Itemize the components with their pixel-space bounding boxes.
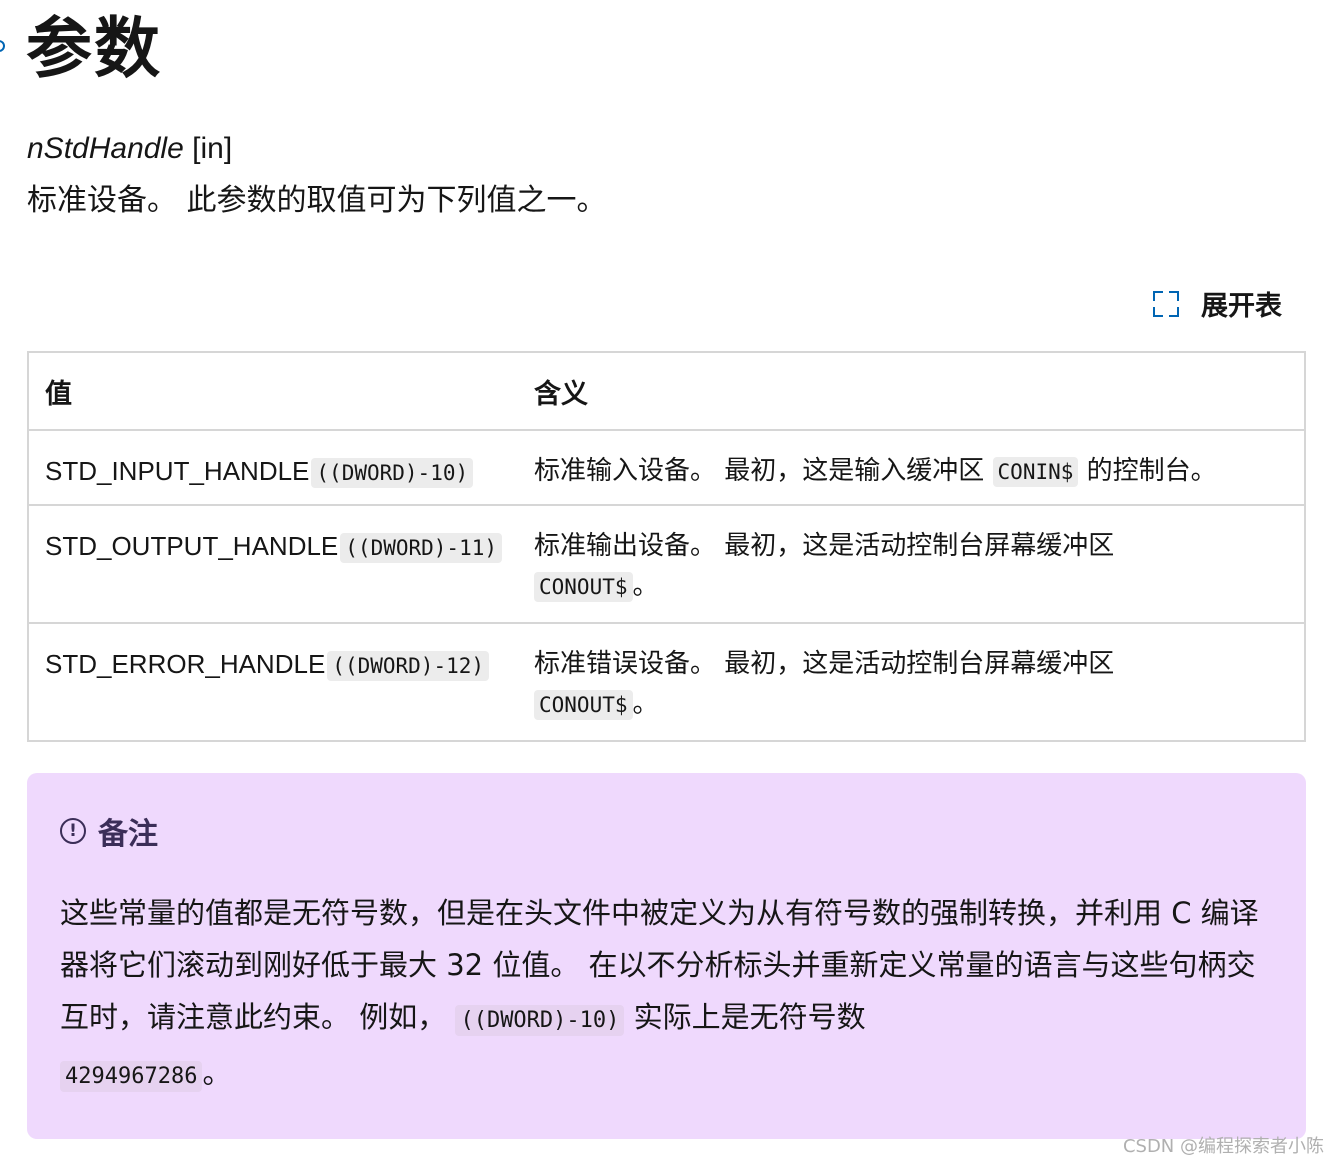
param-name: nStdHandle [27, 132, 184, 165]
section-anchor-icon[interactable] [0, 40, 5, 52]
note-title: 备注 [98, 817, 158, 852]
table-row: STD_INPUT_HANDLE ((DWORD)-10) 标准输入设备。 最初，… [28, 429, 1305, 505]
param-signature: nStdHandle [in] [27, 128, 232, 170]
table-row: STD_OUTPUT_HANDLE ((DWORD)-11) 标准输出设备。 最初… [28, 504, 1305, 623]
meaning-code: CONIN$ [992, 457, 1079, 487]
section-title: 参数 [26, 10, 162, 87]
constant-name: STD_INPUT_HANDLE [45, 456, 310, 486]
table-header-row: 值 含义 [28, 351, 1305, 430]
constant-code: ((DWORD)-10) [311, 458, 474, 488]
table-row: STD_ERROR_HANDLE ((DWORD)-12) 标准错误设备。 最初，… [28, 622, 1305, 741]
meaning-cell: 标准输出设备。 最初，这是活动控制台屏幕缓冲区 CONOUT$。 [518, 504, 1305, 623]
note-code-1: ((DWORD)-10) [455, 1005, 625, 1036]
note-body: 这些常量的值都是无符号数，但是在头文件中被定义为从有符号数的强制转换，并利用 C… [60, 887, 1260, 1103]
note-heading: ! 备注 [60, 809, 1273, 853]
info-circle-icon: ! [60, 818, 86, 844]
expand-table-button[interactable]: 展开表 [1153, 284, 1282, 323]
note-code-2: 4294967286 [60, 1061, 203, 1092]
expand-icon [1153, 290, 1179, 317]
note-text-3: 。 [202, 1056, 232, 1090]
value-cell: STD_ERROR_HANDLE ((DWORD)-12) [28, 622, 518, 741]
constant-code: ((DWORD)-12) [327, 651, 490, 681]
meaning-suffix: 的控制台。 [1086, 456, 1217, 486]
watermark: CSDN @编程探索者小陈 [1122, 1136, 1324, 1157]
meaning-code: CONOUT$ [534, 572, 633, 602]
header-value: 值 [28, 351, 518, 430]
note-callout: ! 备注 这些常量的值都是无符号数，但是在头文件中被定义为从有符号数的强制转换，… [27, 773, 1306, 1139]
meaning-cell: 标准输入设备。 最初，这是输入缓冲区 CONIN$ 的控制台。 [518, 429, 1305, 505]
note-text-2: 实际上是无符号数 [633, 1000, 866, 1034]
meaning-cell: 标准错误设备。 最初，这是活动控制台屏幕缓冲区 CONOUT$。 [518, 622, 1305, 741]
constant-code: ((DWORD)-11) [340, 533, 502, 563]
meaning-text: 标准输出设备。 最初，这是活动控制台屏幕缓冲区 [534, 531, 1115, 561]
constant-name: STD_ERROR_HANDLE [45, 649, 326, 679]
meaning-suffix: 。 [632, 689, 659, 719]
param-description: 标准设备。 此参数的取值可为下列值之一。 [27, 183, 607, 218]
meaning-text: 标准错误设备。 最初，这是活动控制台屏幕缓冲区 [534, 649, 1115, 679]
values-table: 值 含义 STD_INPUT_HANDLE ((DWORD)-10) 标准输入设备… [27, 351, 1306, 742]
meaning-code: CONOUT$ [534, 690, 633, 720]
value-cell: STD_OUTPUT_HANDLE ((DWORD)-11) [28, 504, 518, 623]
value-cell: STD_INPUT_HANDLE ((DWORD)-10) [28, 429, 518, 505]
meaning-text: 标准输入设备。 最初，这是输入缓冲区 [534, 456, 985, 486]
header-meaning: 含义 [518, 351, 1305, 430]
meaning-suffix: 。 [632, 571, 659, 601]
constant-name: STD_OUTPUT_HANDLE [45, 531, 339, 561]
param-direction: [in] [192, 132, 233, 165]
expand-table-label: 展开表 [1201, 291, 1282, 322]
